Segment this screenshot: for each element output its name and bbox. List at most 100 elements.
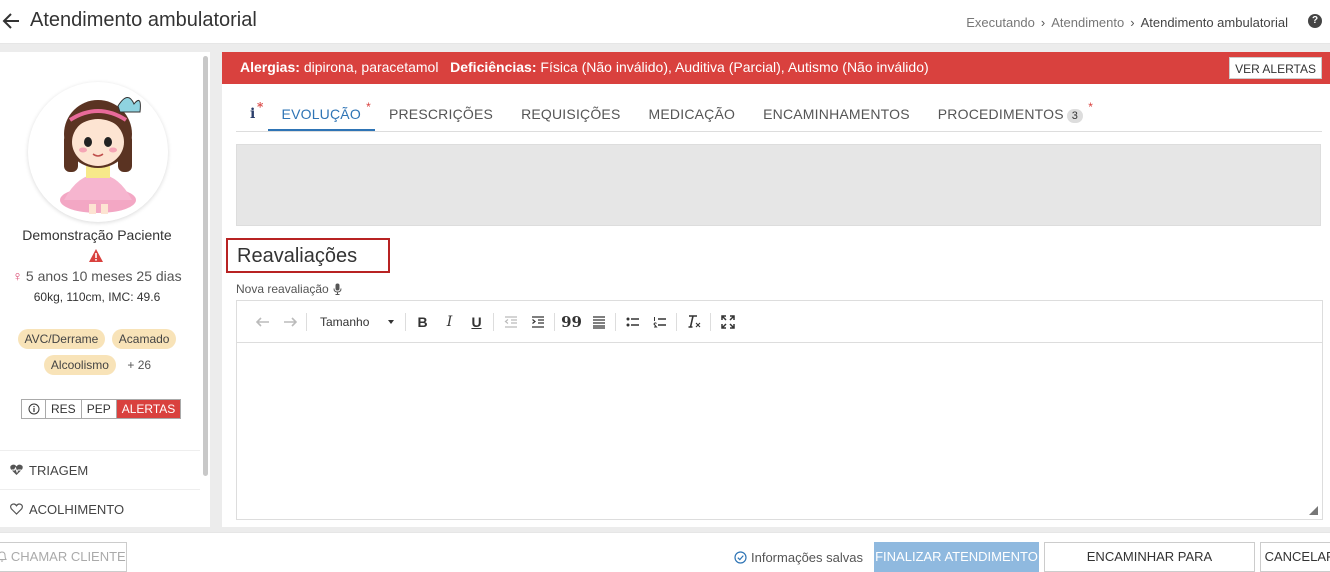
info-circle-icon [28,403,39,415]
toolbar-divider [676,312,677,331]
bold-icon[interactable]: B [409,310,436,334]
patient-measures: 60kg, 110cm, IMC: 49.6 [33,290,161,304]
numbered-list-icon[interactable] [646,310,673,334]
female-icon: ♀ [12,268,23,284]
patient-actions-group: RES PEP ALERTAS [21,399,182,419]
caret-down-icon [388,319,394,324]
alergias-label: Alergias: [240,59,300,75]
bell-icon [0,551,8,562]
editor-toolbar: Tamanho B I U 99 [237,301,1322,343]
clear-format-icon[interactable] [680,310,707,334]
chamar-cliente-label: CHAMAR CLIENTE [10,549,126,564]
patient-avatar [28,82,168,222]
breadcrumb: Executando › Atendimento › Atendimento a… [966,15,1288,30]
tab-label: MEDICAÇÃO [648,106,736,122]
patient-age-text: 5 anos 10 meses 25 dias [25,268,182,284]
info-tab-icon: i [250,106,256,122]
italic-icon[interactable]: I [436,310,463,334]
alertas-button[interactable]: ALERTAS [116,400,181,418]
side-menu: TRIAGEM ACOLHIMENTO [0,450,200,527]
footer-bar: CHAMAR CLIENTE Informações salvas FINALI… [0,532,1330,572]
indent-icon[interactable] [524,310,551,334]
font-size-select-label: Tamanho [320,314,370,329]
help-icon[interactable]: ? [1308,14,1322,28]
tab-medicacao[interactable]: MEDICAÇÃO [635,96,750,131]
more-tags-button[interactable]: + 26 [127,358,151,372]
back-arrow-icon[interactable] [2,10,22,32]
girl-avatar-icon [60,97,141,214]
rich-text-editor: Tamanho B I U 99 [236,300,1323,520]
side-menu-item-triagem[interactable]: TRIAGEM [0,450,200,489]
tag-avc: AVC/Derrame [17,329,106,349]
heart-outline-icon [10,503,23,515]
breadcrumb-item-current: Atendimento ambulatorial [1140,15,1288,30]
fullscreen-icon[interactable] [714,310,741,334]
tab-label: PROCEDIMENTOS [937,106,1064,122]
save-status-text: Informações salvas [751,550,863,565]
breadcrumb-item-atendimento[interactable]: Atendimento [1051,15,1124,30]
patient-age: ♀ 5 anos 10 meses 25 dias [0,268,194,284]
required-marker: * [1088,100,1094,114]
tag-acamado: Acamado [111,329,177,349]
required-marker: * [366,100,371,114]
undo-icon[interactable] [249,310,276,334]
patient-sidebar: Demonstração Paciente ♀ 5 anos 10 meses 2… [0,52,210,527]
chamar-cliente-button[interactable]: CHAMAR CLIENTE [0,542,127,572]
alergias-value: dipirona, paracetamol [303,59,439,75]
editor-text-area[interactable] [237,343,1322,519]
info-button[interactable] [22,400,46,418]
tab-prescricoes[interactable]: PRESCRIÇÕES [375,96,507,131]
redo-icon[interactable] [276,310,303,334]
side-menu-label: TRIAGEM [29,462,89,478]
tab-label: EVOLUÇÃO [281,106,361,122]
tab-label: REQUISIÇÕES [521,106,621,122]
section-title: Reavaliações [226,238,390,273]
alert-bar: Alergias: dipirona, paracetamol Deficiên… [222,52,1330,84]
warning-icon[interactable] [89,249,103,262]
finalizar-atendimento-button[interactable]: FINALIZAR ATENDIMENTO [874,542,1039,572]
editor-label-text: Nova reavaliação [236,282,329,296]
toolbar-divider [615,312,616,331]
blockquote-icon[interactable]: 99 [558,310,585,334]
alert-text: Alergias: dipirona, paracetamol Deficiên… [240,59,929,75]
side-menu-item-acolhimento[interactable]: ACOLHIMENTO [0,489,200,527]
toolbar-divider [710,312,711,331]
save-status: Informações salvas [734,550,863,565]
tab-info[interactable]: i * [236,96,268,131]
res-button[interactable]: RES [46,400,82,418]
horizontal-line-icon[interactable] [585,310,612,334]
tab-procedimentos[interactable]: PROCEDIMENTOS 3 * [924,96,1097,131]
side-menu-label: ACOLHIMENTO [29,501,125,517]
chevron-right-icon: › [1130,15,1135,30]
font-size-select[interactable]: Tamanho [310,310,402,334]
ver-alertas-button[interactable]: VER ALERTAS [1229,57,1322,79]
bullet-list-icon[interactable] [619,310,646,334]
outdent-icon[interactable] [497,310,524,334]
page-title: Atendimento ambulatorial [30,9,257,31]
pep-button[interactable]: PEP [82,400,117,418]
previous-evolution-field [236,144,1321,226]
underline-icon[interactable]: U [463,310,490,334]
count-badge: 3 [1066,109,1084,123]
chevron-right-icon: › [1040,15,1046,30]
cancel-button[interactable]: CANCELAR [1260,542,1330,572]
tab-encaminhamentos[interactable]: ENCAMINHAMENTOS [749,96,924,131]
resize-handle-icon[interactable] [1309,506,1318,515]
tab-evolucao[interactable]: EVOLUÇÃO * [267,96,375,131]
toolbar-divider [306,312,307,331]
app-header: Atendimento ambulatorial Executando › At… [0,0,1330,44]
breadcrumb-item-executando[interactable]: Executando [966,15,1035,30]
required-marker: * [257,100,264,114]
check-circle-icon [734,551,747,564]
microphone-icon[interactable] [333,283,342,295]
encaminhar-observacao-button[interactable]: ENCAMINHAR PARA OBSERVAÇÃO [1044,542,1255,572]
patient-name: Demonstração Paciente [22,227,172,243]
toolbar-divider [493,312,494,331]
tab-label: ENCAMINHAMENTOS [763,106,910,122]
patient-tags: AVC/Derrame Acamado Alcoolismo + 26 [0,326,194,378]
sidebar-scrollbar[interactable] [203,56,208,476]
heartbeat-icon [10,464,23,475]
tab-requisicoes[interactable]: REQUISIÇÕES [507,96,634,131]
tab-bar: i * EVOLUÇÃO * PRESCRIÇÕES REQUISIÇÕES M… [236,96,1322,132]
deficiencias-label: Deficiências: [450,59,537,75]
